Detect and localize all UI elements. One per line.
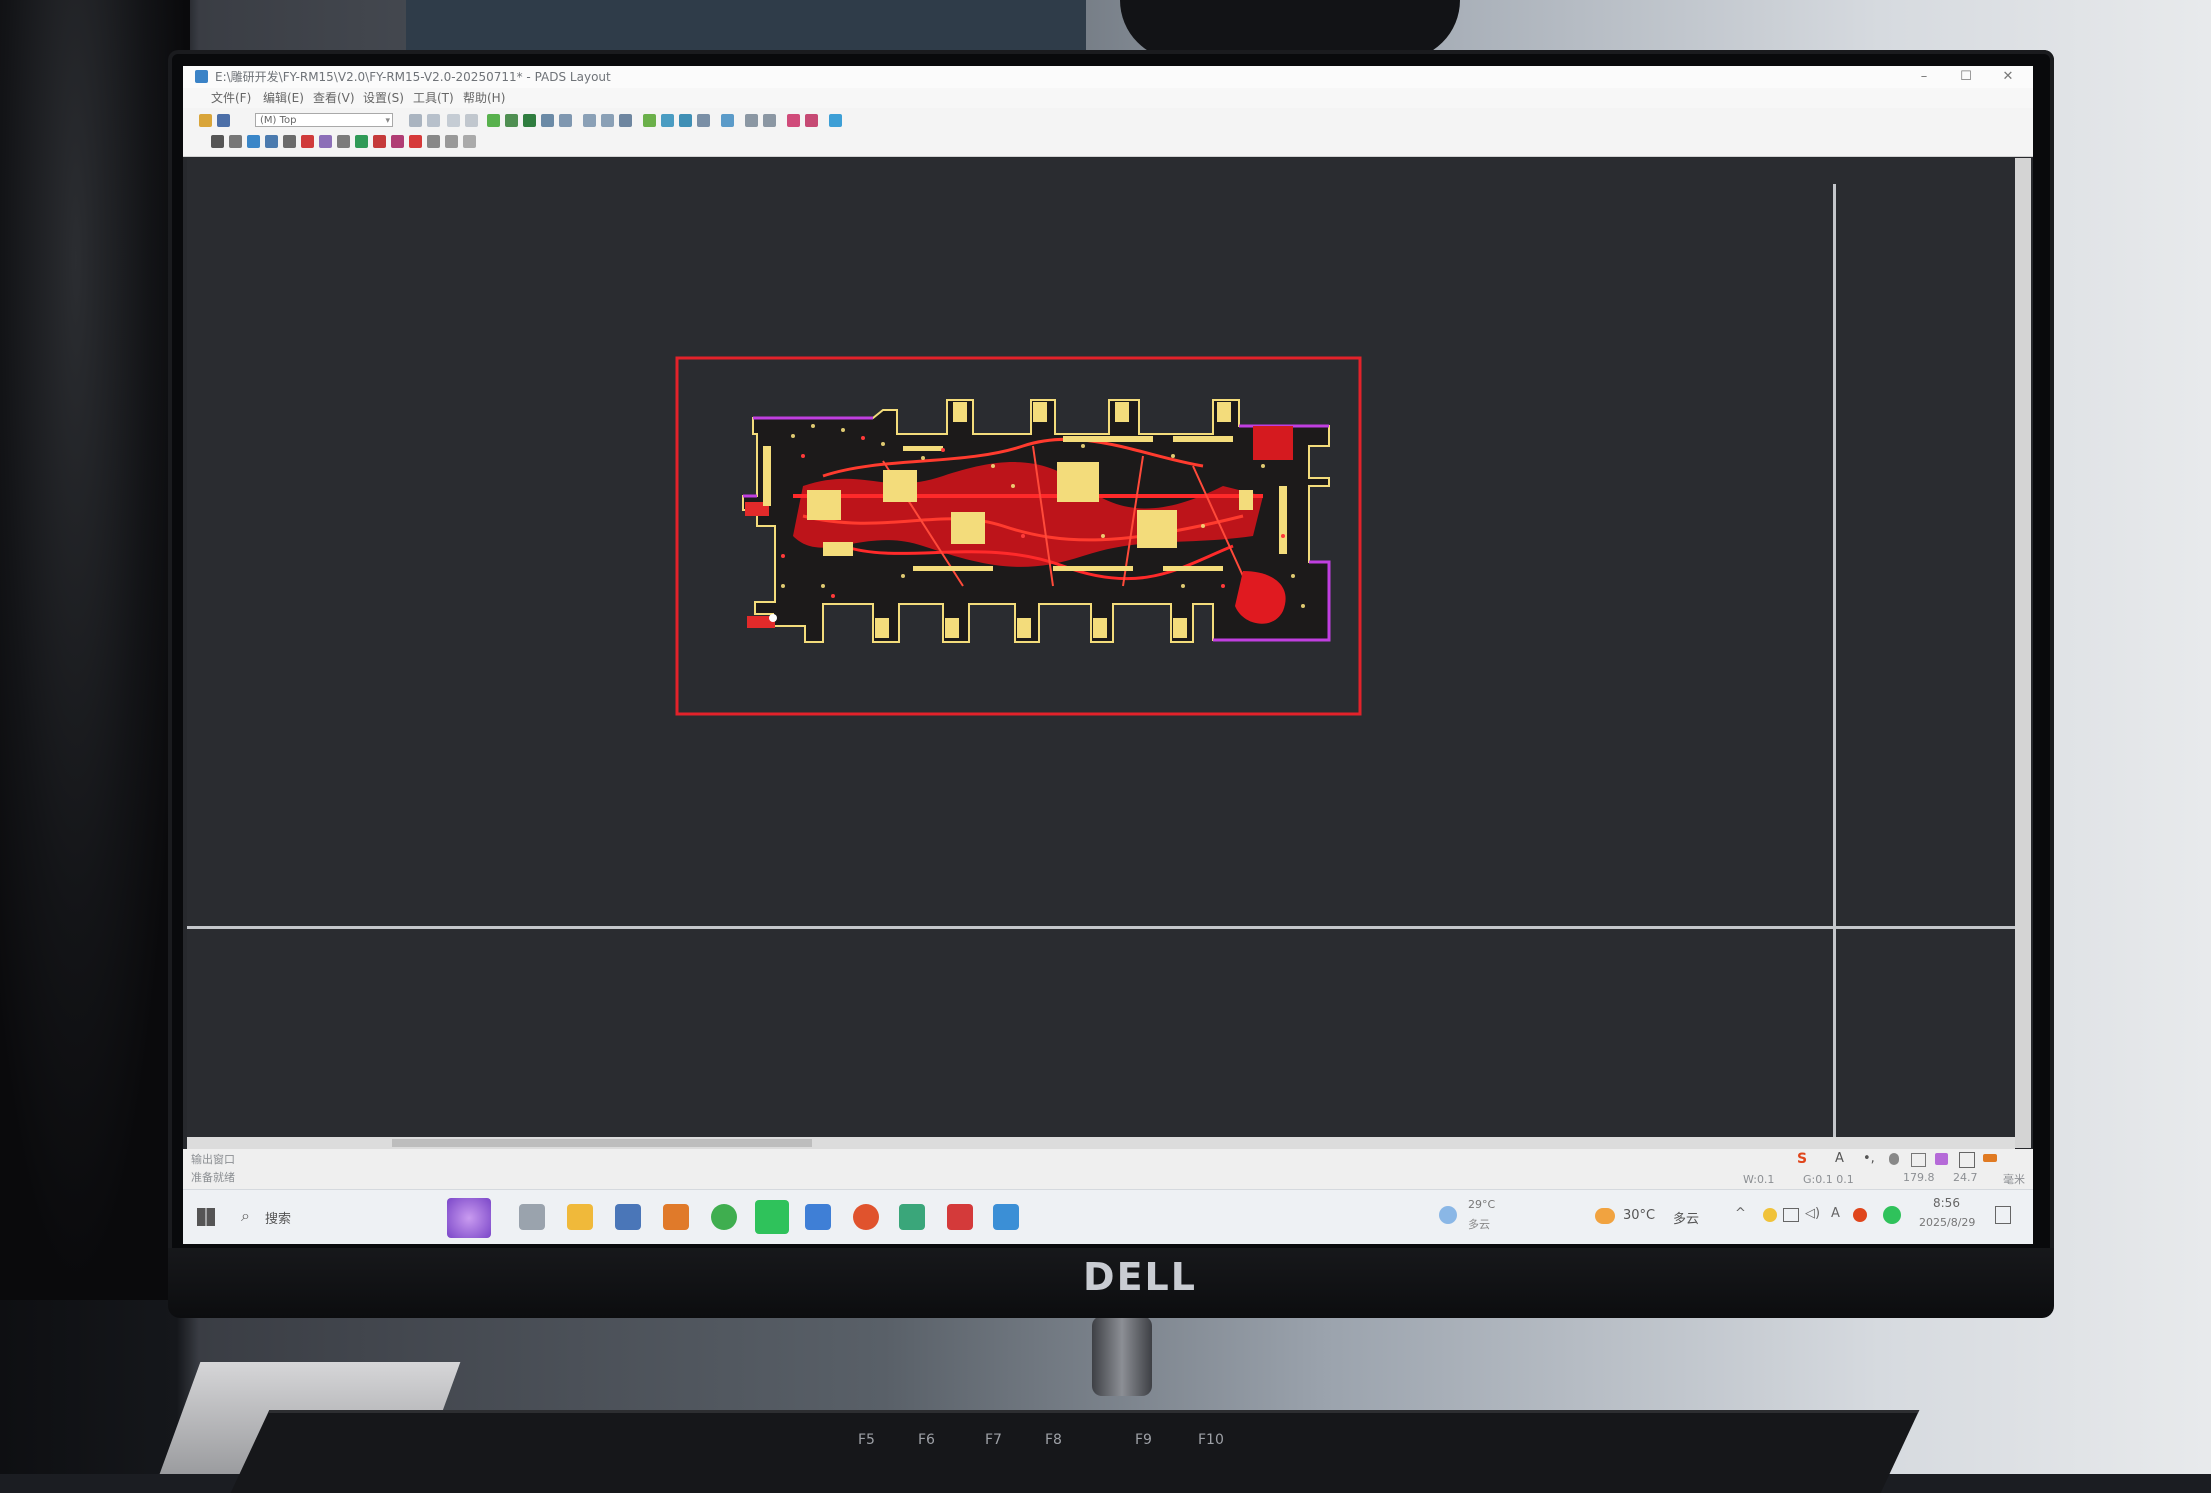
taskbar-search[interactable]: 搜索 (265, 1208, 291, 1227)
weather-desc-left: 多云 (1468, 1218, 1490, 1231)
key-f10: F10 (1198, 1432, 1224, 1448)
network-icon[interactable] (1783, 1208, 1799, 1222)
pads-layout-icon[interactable] (947, 1204, 973, 1230)
sogou-tray-icon[interactable] (1853, 1208, 1867, 1222)
monitor-brand-logo: DELL (1083, 1255, 1197, 1299)
ready-status: 准备就绪 (191, 1171, 235, 1184)
ime-punct-icon[interactable]: •, (1863, 1151, 1875, 1166)
weather-temp-right: 30°C (1623, 1208, 1656, 1223)
weather-icon-right[interactable] (1595, 1208, 1615, 1224)
search-icon[interactable]: ⌕ (241, 1206, 250, 1226)
grid-readout: G:0.1 0.1 (1803, 1173, 1854, 1186)
pcb-layout-view[interactable] (183, 66, 2033, 1166)
wechat-tray-icon[interactable] (1883, 1206, 1901, 1224)
ime-voice-icon[interactable] (1889, 1153, 1899, 1165)
output-window-toggle[interactable]: 输出窗口 (191, 1151, 235, 1167)
volume-icon[interactable]: ◁) (1805, 1206, 1820, 1221)
ime-toolbox-icon[interactable] (1959, 1152, 1975, 1168)
y-coordinate: 24.7 (1953, 1171, 1978, 1184)
weather-desc-right: 多云 (1673, 1212, 1700, 1227)
ic-u4 (1057, 462, 1099, 502)
ime-keyboard-icon[interactable] (1911, 1153, 1926, 1167)
ime-logo-icon[interactable]: S (1797, 1151, 1807, 1167)
document-app-icon[interactable] (805, 1204, 831, 1230)
view-splitter-vertical[interactable] (1833, 184, 1836, 1137)
taskbar: ⌕ 搜索 29°C 多云 30°C 多云 ^ ◁) A 8:56 2025/8/… (183, 1189, 2033, 1244)
units-label: 毫米 (2003, 1173, 2025, 1186)
pads-router-icon[interactable] (993, 1204, 1019, 1230)
key-f6: F6 (918, 1432, 935, 1448)
monitor-stand (1092, 1316, 1152, 1396)
key-f7: F7 (985, 1432, 1002, 1448)
width-readout: W:0.1 (1743, 1173, 1775, 1186)
key-f5: F5 (858, 1432, 875, 1448)
file-explorer-icon[interactable] (567, 1204, 593, 1230)
task-view-icon[interactable] (519, 1204, 545, 1230)
status-bar: 输出窗口 准备就绪 W:0.1 G:0.1 0.1 179.8 24.7 毫米 … (183, 1149, 2033, 1189)
key-f9: F9 (1135, 1432, 1152, 1448)
security-app-icon[interactable] (663, 1204, 689, 1230)
ime-extra-icon[interactable] (1983, 1154, 1997, 1162)
x-coordinate: 179.8 (1903, 1171, 1935, 1184)
ime-mode-icon[interactable]: A (1835, 1151, 1844, 1166)
start-icon[interactable] (197, 1208, 215, 1226)
vertical-scrollbar[interactable] (2015, 158, 2031, 1148)
clock-time[interactable]: 8:56 (1933, 1196, 1960, 1210)
weather-temp-left: 29°C (1468, 1198, 1496, 1211)
search-highlight-icon[interactable] (447, 1198, 491, 1238)
powerpoint-icon[interactable] (853, 1204, 879, 1230)
pcb-board (742, 399, 1331, 643)
screen: E:\雕研开发\FY-RM15\V2.0\FY-RM15-V2.0-202507… (183, 66, 2033, 1244)
keyboard (230, 1410, 1920, 1493)
calculator-icon[interactable] (615, 1204, 641, 1230)
weather-icon-left[interactable] (1439, 1206, 1457, 1224)
scroll-thumb[interactable] (392, 1139, 812, 1147)
clock-date[interactable]: 2025/8/29 (1919, 1216, 1975, 1229)
notification-icon[interactable] (1995, 1206, 2011, 1224)
browser-icon[interactable] (711, 1204, 737, 1230)
background-person (0, 0, 190, 1300)
tray-app-icon[interactable] (1763, 1208, 1777, 1222)
horizontal-scrollbar[interactable] (187, 1137, 2015, 1149)
ic-u5 (1137, 510, 1177, 548)
ime-tray-icon[interactable]: A (1831, 1206, 1840, 1221)
ic-u3 (951, 512, 985, 544)
key-f8: F8 (1045, 1432, 1062, 1448)
ic-u2 (883, 470, 917, 502)
origin-marker (769, 614, 777, 622)
ime-skin-icon[interactable] (1935, 1153, 1948, 1165)
wechat-icon[interactable] (755, 1200, 789, 1234)
ic-u6 (1239, 490, 1253, 510)
chevron-up-icon[interactable]: ^ (1735, 1206, 1746, 1221)
view-splitter-horizontal[interactable] (187, 926, 2015, 929)
pads-logic-icon[interactable] (899, 1204, 925, 1230)
ic-u1 (807, 490, 841, 520)
